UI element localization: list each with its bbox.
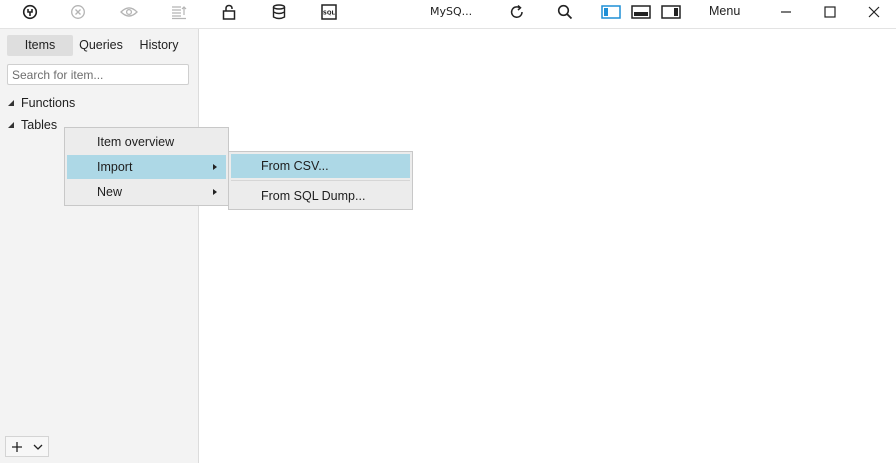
- disconnect-icon[interactable]: [66, 2, 90, 22]
- expand-arrow-icon[interactable]: [8, 99, 14, 106]
- sidebar-bottom-controls: [5, 436, 49, 457]
- refresh-icon[interactable]: [505, 2, 529, 22]
- menu-item-new[interactable]: New: [67, 180, 226, 204]
- connection-title[interactable]: MySQ...: [430, 5, 472, 18]
- tab-history[interactable]: History: [129, 35, 189, 56]
- sidebar: Items Queries History Functions Tables: [0, 29, 199, 463]
- menu-item-label: Item overview: [97, 135, 175, 149]
- menu-button[interactable]: Menu: [709, 4, 740, 18]
- chevron-down-icon[interactable]: [27, 437, 48, 456]
- sql-icon[interactable]: SQL: [317, 2, 341, 22]
- menu-item-label: Import: [97, 160, 133, 174]
- minimize-icon[interactable]: [774, 2, 798, 22]
- tree-item-label: Functions: [21, 96, 76, 110]
- menu-item-label: From SQL Dump...: [261, 189, 366, 203]
- menu-item-overview[interactable]: Item overview: [67, 130, 226, 154]
- menu-separator: [231, 180, 410, 181]
- menu-item-label: From CSV...: [261, 159, 329, 173]
- menu-item-from-sql-dump[interactable]: From SQL Dump...: [231, 184, 410, 208]
- tree-item-label: Tables: [21, 118, 58, 132]
- main-content: [200, 29, 896, 463]
- lock-icon[interactable]: [217, 2, 241, 22]
- import-submenu: From CSV... From SQL Dump...: [228, 151, 413, 210]
- submenu-arrow-icon: [213, 189, 217, 195]
- search-input[interactable]: [7, 64, 189, 85]
- submenu-arrow-icon: [213, 164, 217, 170]
- tree-item-functions[interactable]: Functions: [8, 95, 75, 111]
- expand-arrow-icon[interactable]: [8, 121, 14, 128]
- layout-right-icon[interactable]: [659, 2, 683, 22]
- toolbar: SQL MySQ... Menu: [0, 0, 896, 29]
- connection-icon[interactable]: [18, 2, 42, 22]
- layout-bottom-icon[interactable]: [629, 2, 653, 22]
- tab-items[interactable]: Items: [7, 35, 73, 56]
- menu-item-label: New: [97, 185, 123, 199]
- add-icon[interactable]: [6, 437, 27, 456]
- menu-item-from-csv[interactable]: From CSV...: [231, 154, 410, 178]
- layout-left-icon[interactable]: [599, 2, 623, 22]
- tab-queries[interactable]: Queries: [73, 35, 129, 56]
- search-icon[interactable]: [553, 2, 577, 22]
- eye-icon[interactable]: [117, 2, 141, 22]
- close-icon[interactable]: [862, 2, 886, 22]
- list-icon[interactable]: [167, 2, 191, 22]
- context-menu: Item overview Import New: [64, 127, 229, 206]
- database-icon[interactable]: [267, 2, 291, 22]
- tree-item-tables[interactable]: Tables: [8, 117, 57, 133]
- sidebar-tabs: Items Queries History: [7, 35, 189, 56]
- menu-item-import[interactable]: Import: [67, 155, 226, 179]
- svg-text:SQL: SQL: [323, 11, 336, 17]
- maximize-icon[interactable]: [818, 2, 842, 22]
